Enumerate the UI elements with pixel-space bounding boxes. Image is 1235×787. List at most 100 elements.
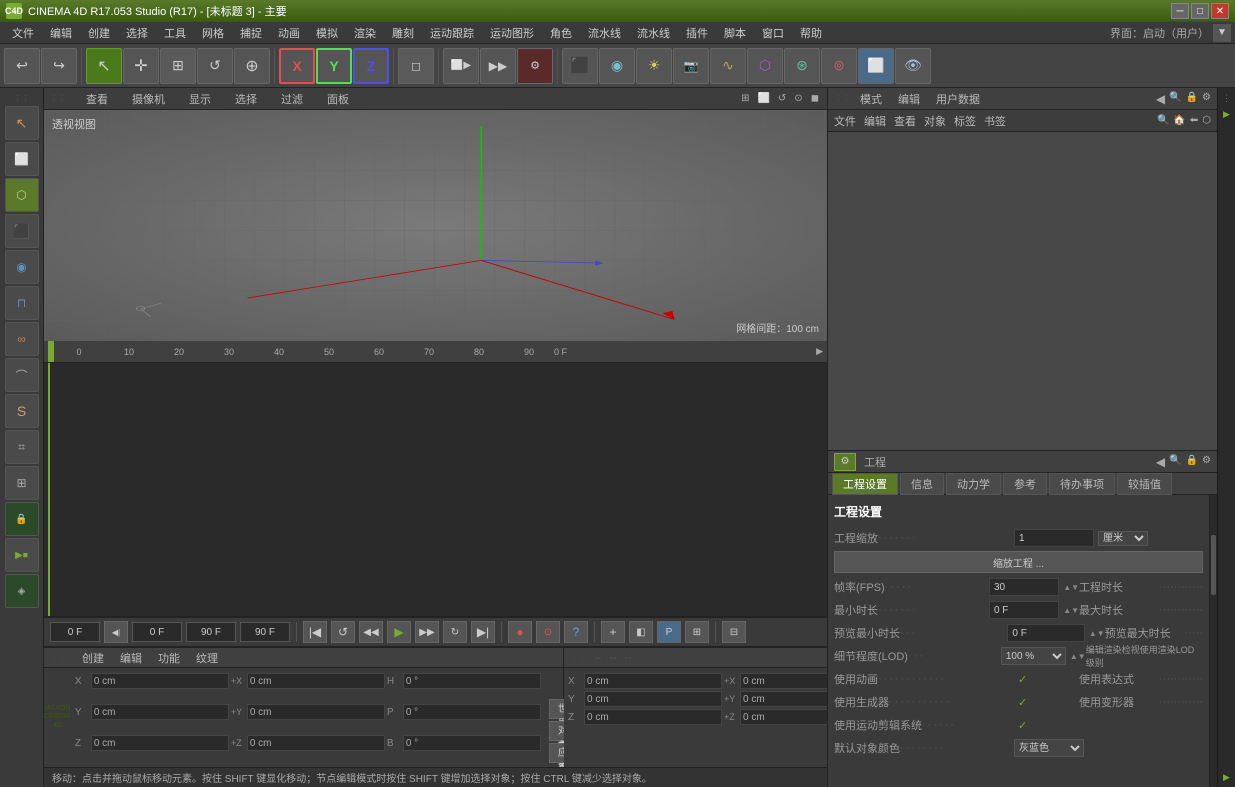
effector-button[interactable]: ⊚: [821, 48, 857, 84]
play-reverse-button[interactable]: ◀◀: [359, 621, 383, 643]
timeline-btn3[interactable]: ⚙: [517, 48, 553, 84]
lod-select[interactable]: 100 %50 %75 %: [1001, 647, 1066, 665]
box-tool-button[interactable]: ⬛: [5, 214, 39, 248]
attr-scrollbar[interactable]: [1209, 495, 1217, 787]
fr-btn1[interactable]: ⋮: [1219, 90, 1235, 106]
attr-tab-interpolate[interactable]: 较插值: [1117, 473, 1172, 495]
timeline-extra-button[interactable]: ⊟: [722, 621, 746, 643]
vp-tab-panel[interactable]: 面板: [319, 89, 357, 109]
bl-tab-function[interactable]: 功能: [154, 649, 184, 667]
scale-tool-button[interactable]: ⊞: [160, 48, 196, 84]
prev-keyframe-button[interactable]: ◀|: [104, 621, 128, 643]
menu-window[interactable]: 窗口: [754, 23, 792, 43]
menu-edit[interactable]: 编辑: [42, 23, 80, 43]
menu-simulate[interactable]: 模拟: [308, 23, 346, 43]
titlebar-controls[interactable]: ─ □ ✕: [1171, 3, 1229, 19]
vp-tab-display[interactable]: 显示: [181, 89, 219, 109]
y-world-input[interactable]: [247, 704, 385, 720]
obj-home-icon[interactable]: 🏠: [1173, 115, 1185, 126]
y-position-input[interactable]: [91, 704, 229, 720]
timeline-side-button[interactable]: ▶⏹: [5, 538, 39, 572]
mintime-value[interactable]: 0 F: [989, 601, 1059, 619]
obj-nav2-icon[interactable]: ⬡: [1202, 115, 1211, 126]
obj-tab-edit[interactable]: 编辑: [892, 90, 926, 108]
light-button[interactable]: ☀: [636, 48, 672, 84]
attr-gear-icon[interactable]: ⚙: [1202, 455, 1211, 469]
camera-button[interactable]: 📷: [673, 48, 709, 84]
current-frame-input[interactable]: [50, 622, 100, 642]
add-track-button[interactable]: +: [601, 621, 625, 643]
obj-menu-edit[interactable]: 编辑: [864, 113, 886, 129]
obj-menu-bookmarks[interactable]: 书签: [984, 113, 1006, 129]
free-transform-button[interactable]: ⊕: [234, 48, 270, 84]
fr-collapse-btn[interactable]: ▶: [1219, 106, 1235, 122]
obj-color-select[interactable]: 灰蓝色红色绿色: [1014, 739, 1084, 757]
vp-icon5[interactable]: ◼: [809, 92, 821, 105]
play-button[interactable]: ▶: [387, 621, 411, 643]
y-axis-button[interactable]: Y: [316, 48, 352, 84]
grid-toggle-button[interactable]: ⊞: [685, 621, 709, 643]
motion-path-button[interactable]: P: [657, 621, 681, 643]
menu-script[interactable]: 脚本: [716, 23, 754, 43]
z-world-input[interactable]: [247, 735, 385, 751]
scrollbar-thumb[interactable]: [1211, 535, 1216, 595]
obj-lock-icon[interactable]: 🔒: [1186, 92, 1198, 106]
vp-icon4[interactable]: ⊙: [792, 92, 804, 105]
fr-btn2[interactable]: ▶: [1219, 769, 1235, 785]
redo-button[interactable]: ↪: [41, 48, 77, 84]
fps-value[interactable]: 30: [989, 578, 1059, 596]
lock-button[interactable]: 🔒: [5, 502, 39, 536]
go-prev-button[interactable]: ↺: [331, 621, 355, 643]
vp-tab-view[interactable]: 查看: [78, 89, 116, 109]
x-position-input[interactable]: [91, 673, 229, 689]
attr-tab-dynamics[interactable]: 动力学: [946, 473, 1001, 495]
paint-tool-button[interactable]: ⬜: [5, 142, 39, 176]
sculpt-tool-button[interactable]: ⬡: [5, 178, 39, 212]
timeline-btn1[interactable]: ⬜▶: [443, 48, 479, 84]
bl-tab-create[interactable]: 创建: [78, 649, 108, 667]
lasso-button[interactable]: ⌗: [5, 430, 39, 464]
render-button[interactable]: ⬜: [858, 48, 894, 84]
animation-checkbox[interactable]: ✓: [1018, 673, 1027, 686]
bl-tab-edit[interactable]: 编辑: [116, 649, 146, 667]
vp-tab-camera[interactable]: 摄像机: [124, 89, 173, 109]
undo-button[interactable]: ↩: [4, 48, 40, 84]
obj-nav-icon[interactable]: ⬅: [1190, 115, 1198, 126]
obj-search-icon[interactable]: 🔍: [1169, 92, 1181, 106]
generators-checkbox[interactable]: ✓: [1018, 696, 1027, 709]
menu-pipeline1[interactable]: 流水线: [580, 23, 629, 43]
menu-tools[interactable]: 工具: [156, 23, 194, 43]
menu-animate[interactable]: 动画: [270, 23, 308, 43]
select-tool-button[interactable]: ↖: [86, 48, 122, 84]
p-input[interactable]: [403, 704, 541, 720]
go-next-button[interactable]: ↻: [443, 621, 467, 643]
motionclip-checkbox[interactable]: ✓: [1018, 719, 1027, 732]
menu-mesh[interactable]: 网格: [194, 23, 232, 43]
obj-tab-mode[interactable]: 模式: [854, 90, 888, 108]
loop-button[interactable]: ∞: [5, 322, 39, 356]
disp-z[interactable]: [584, 709, 722, 725]
attr-tab-ref[interactable]: 参考: [1003, 473, 1047, 495]
menu-create[interactable]: 创建: [80, 23, 118, 43]
x-axis-button[interactable]: X: [279, 48, 315, 84]
end-frame-input[interactable]: [186, 622, 236, 642]
sphere-button[interactable]: ◉: [599, 48, 635, 84]
disp-wy[interactable]: [740, 691, 827, 707]
layer-button[interactable]: ◧: [629, 621, 653, 643]
attr-back-icon[interactable]: ◀: [1156, 455, 1165, 469]
cylinder-button[interactable]: ⊓: [5, 286, 39, 320]
menu-motion-track[interactable]: 运动跟踪: [422, 23, 482, 43]
cube-button[interactable]: ⬛: [562, 48, 598, 84]
obj-menu-file[interactable]: 文件: [834, 113, 856, 129]
close-button[interactable]: ✕: [1211, 3, 1229, 19]
obj-menu-objects[interactable]: 对象: [924, 113, 946, 129]
attr-tab-info[interactable]: 信息: [900, 473, 944, 495]
obj-tab-userdata[interactable]: 用户数据: [930, 90, 986, 108]
sphere-side-button[interactable]: ◉: [5, 250, 39, 284]
menu-file[interactable]: 文件: [4, 23, 42, 43]
attr-tab-todo[interactable]: 待办事项: [1049, 473, 1115, 495]
scale-project-button[interactable]: 缩放工程 ...: [834, 551, 1203, 573]
menu-render[interactable]: 渲染: [346, 23, 384, 43]
keyframe-auto-button[interactable]: ⊙: [536, 621, 560, 643]
menu-select[interactable]: 选择: [118, 23, 156, 43]
